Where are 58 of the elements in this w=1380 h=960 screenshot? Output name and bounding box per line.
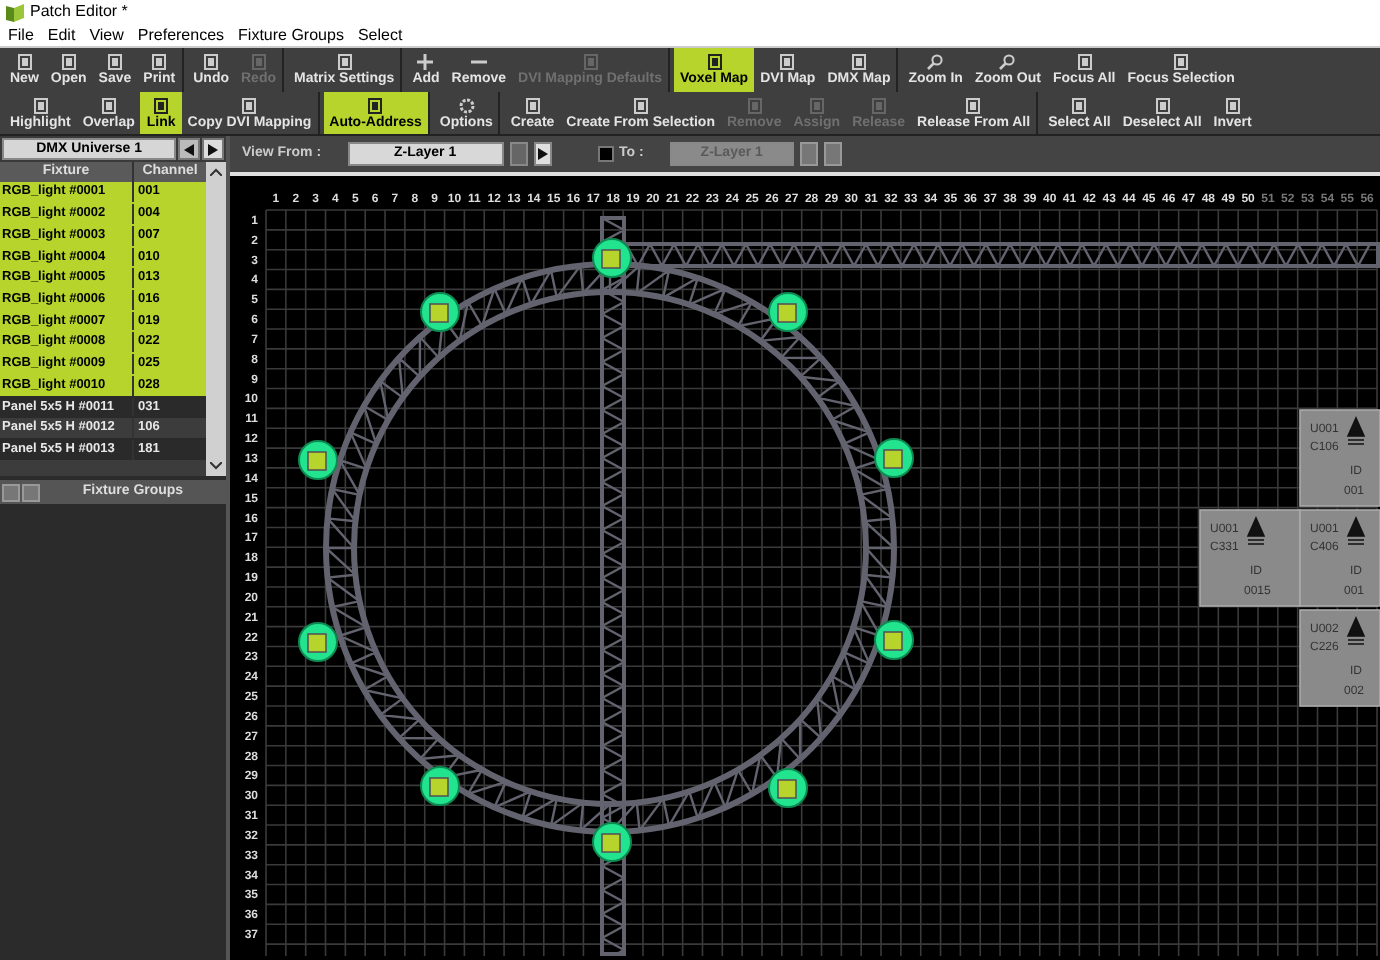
lamp-symbol-icon (1347, 617, 1366, 645)
square-icon (705, 54, 724, 70)
square-icon (1070, 97, 1089, 113)
square-icon (99, 97, 118, 113)
lamp-symbol-icon (1247, 517, 1266, 545)
square-icon (581, 54, 599, 70)
menu-item[interactable]: Edit (47, 23, 76, 47)
square-icon (202, 54, 221, 70)
square-icon (15, 54, 34, 70)
menu-item[interactable]: View (89, 23, 124, 47)
square-icon (249, 54, 268, 70)
square-icon (745, 97, 764, 113)
previous-button[interactable] (178, 138, 201, 160)
search-icon (926, 54, 945, 70)
lamp-symbol-icon (1347, 517, 1366, 545)
checkbox[interactable] (597, 146, 614, 162)
scrollbar[interactable] (206, 162, 226, 476)
menu-item[interactable]: Select (357, 23, 403, 47)
fixture-panel (1299, 409, 1380, 507)
square-icon (150, 54, 169, 70)
square-icon (335, 54, 354, 70)
right-arrow-icon (537, 148, 548, 160)
window-title: Patch Editor * (30, 0, 128, 24)
voxel-map-canvas[interactable] (230, 176, 1380, 960)
square-icon (152, 97, 171, 113)
square-icon (1075, 54, 1094, 70)
next-button[interactable] (202, 138, 224, 160)
plus-icon (416, 54, 435, 70)
square-icon (523, 97, 542, 113)
square-icon (59, 54, 78, 70)
square-icon (1172, 54, 1191, 70)
square-icon (1223, 97, 1242, 113)
gear-icon (457, 97, 476, 113)
down-chevron-icon (210, 462, 222, 470)
menu-item[interactable]: Fixture Groups (238, 23, 344, 47)
fixture-panel (1199, 509, 1301, 607)
square-icon (631, 97, 650, 113)
fixture-panel (1299, 509, 1380, 607)
square-icon (849, 54, 868, 70)
square-icon (31, 97, 50, 113)
lamp-symbol-icon (1347, 417, 1366, 445)
square-icon (105, 54, 124, 70)
square-icon (1153, 97, 1172, 113)
search-icon (998, 54, 1017, 70)
menu-item[interactable]: Preferences (137, 23, 225, 47)
square-icon (240, 97, 259, 113)
up-chevron-icon (210, 168, 222, 176)
right-arrow-icon (208, 143, 219, 155)
left-arrow-icon (184, 143, 195, 155)
square-icon (869, 97, 888, 113)
app-logo-icon (6, 3, 24, 21)
square-icon (366, 97, 385, 113)
next-button[interactable] (533, 142, 552, 166)
fixture-panel (1299, 609, 1380, 707)
menu-item[interactable]: File (8, 23, 34, 47)
square-icon (807, 97, 826, 113)
square-icon (778, 54, 797, 70)
square-icon (964, 97, 983, 113)
